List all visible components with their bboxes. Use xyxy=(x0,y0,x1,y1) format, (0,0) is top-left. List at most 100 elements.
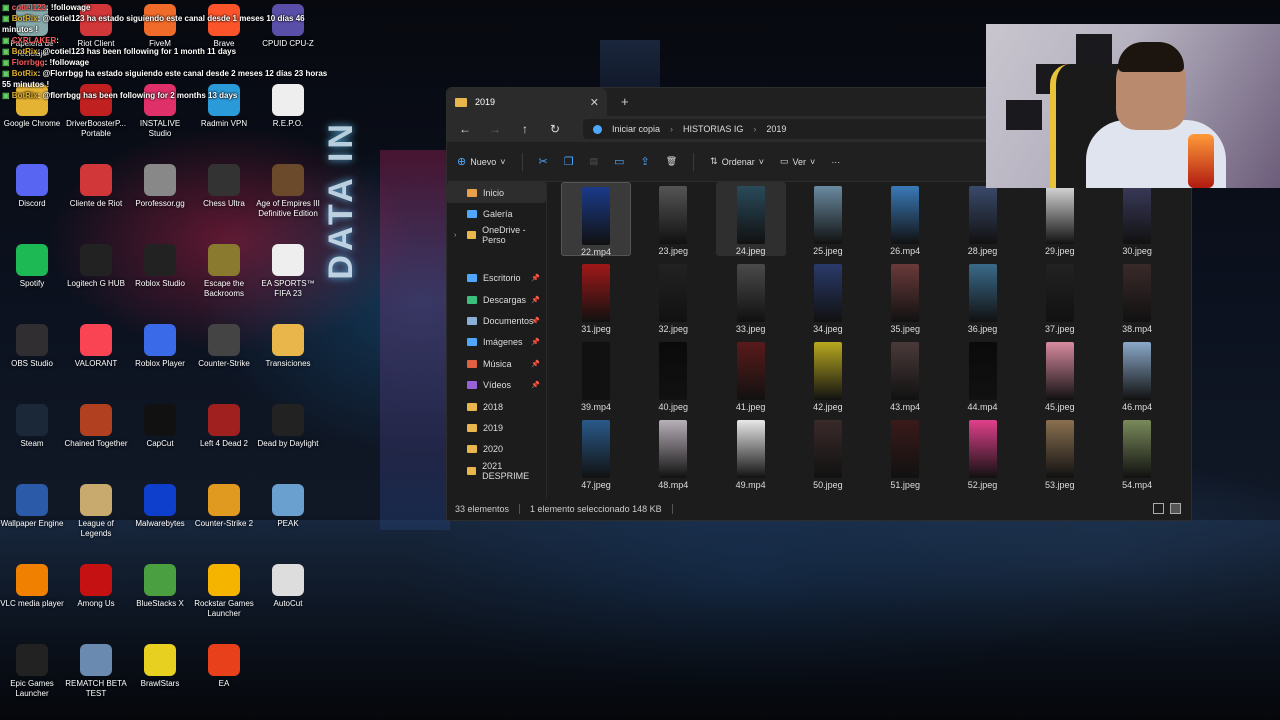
desktop-shortcut[interactable]: Dead by Daylight xyxy=(256,404,320,449)
file-item[interactable]: 52.jpeg xyxy=(948,416,1018,490)
desktop-shortcut[interactable]: Rockstar Games Launcher xyxy=(192,564,256,619)
file-item[interactable]: 26.mp4 xyxy=(870,182,940,256)
desktop-shortcut[interactable]: Wallpaper Engine xyxy=(0,484,64,529)
cut-button[interactable]: ✂ xyxy=(539,155,548,168)
file-item[interactable]: 36.jpeg xyxy=(948,260,1018,334)
desktop-shortcut[interactable]: AutoCut xyxy=(256,564,320,609)
desktop-shortcut[interactable]: Transiciones xyxy=(256,324,320,369)
desktop-shortcut[interactable]: Among Us xyxy=(64,564,128,609)
desktop-shortcut[interactable]: Escape the Backrooms xyxy=(192,244,256,299)
paste-button[interactable]: ▤ xyxy=(590,156,599,167)
desktop-shortcut[interactable]: EA xyxy=(192,644,256,689)
sidebar-item[interactable]: Galería xyxy=(447,203,546,224)
pin-icon[interactable]: 📌 xyxy=(531,381,540,389)
sidebar-item[interactable]: Inicio xyxy=(447,182,546,204)
delete-button[interactable]: 🗑 xyxy=(666,156,677,167)
file-item[interactable]: 44.mp4 xyxy=(948,338,1018,412)
refresh-icon[interactable]: ↻ xyxy=(547,122,563,136)
sidebar-item[interactable]: › OneDrive - Perso xyxy=(447,225,546,246)
file-item[interactable]: 38.mp4 xyxy=(1102,260,1172,334)
sidebar-item[interactable]: 2019 xyxy=(447,417,546,438)
file-item[interactable]: 34.jpeg xyxy=(793,260,863,334)
tab-2019[interactable]: 2019 ✕ xyxy=(447,88,607,116)
desktop-shortcut[interactable]: Logitech G HUB xyxy=(64,244,128,289)
file-item[interactable]: 42.jpeg xyxy=(793,338,863,412)
desktop-shortcut[interactable]: Cliente de Riot xyxy=(64,164,128,209)
file-item[interactable]: 40.jpeg xyxy=(638,338,708,412)
view-button[interactable]: ▭ Ver ˅ xyxy=(780,156,815,167)
sidebar-item[interactable]: Descargas 📌 xyxy=(447,289,546,310)
pin-icon[interactable]: 📌 xyxy=(531,296,540,304)
file-item[interactable]: 25.jpeg xyxy=(793,182,863,256)
desktop-shortcut[interactable]: EA SPORTS™ FIFA 23 xyxy=(256,244,320,299)
desktop-shortcut[interactable]: Counter-Strike 2 xyxy=(192,484,256,529)
file-item[interactable]: 46.mp4 xyxy=(1102,338,1172,412)
desktop-shortcut[interactable]: Age of Empires III Definitive Edition xyxy=(256,164,320,219)
desktop-shortcut[interactable]: VLC media player xyxy=(0,564,64,609)
sidebar-item[interactable]: 2021 DESPRIME xyxy=(447,460,546,481)
desktop-shortcut[interactable]: League of Legends xyxy=(64,484,128,539)
file-item[interactable]: 28.jpeg xyxy=(948,182,1018,256)
desktop-shortcut[interactable]: Spotify xyxy=(0,244,64,289)
file-item[interactable]: 50.jpeg xyxy=(793,416,863,490)
sidebar-item[interactable]: Vídeos 📌 xyxy=(447,375,546,396)
file-item[interactable]: 48.mp4 xyxy=(638,416,708,490)
desktop-shortcut[interactable]: BrawlStars xyxy=(128,644,192,689)
file-item[interactable]: 23.jpeg xyxy=(638,182,708,256)
breadcrumb-item[interactable]: Iniciar copia xyxy=(612,124,660,134)
file-item[interactable]: 54.mp4 xyxy=(1102,416,1172,490)
desktop-shortcut[interactable]: Left 4 Dead 2 xyxy=(192,404,256,449)
pin-icon[interactable]: 📌 xyxy=(531,338,540,346)
desktop-shortcut[interactable]: OBS Studio xyxy=(0,324,64,369)
file-item[interactable]: 31.jpeg xyxy=(561,260,631,334)
rename-button[interactable]: ▭ xyxy=(614,155,624,168)
file-item[interactable]: 41.jpeg xyxy=(716,338,786,412)
desktop-shortcut[interactable]: BlueStacks X xyxy=(128,564,192,609)
file-item[interactable]: 22.mp4 xyxy=(561,182,631,257)
breadcrumb-item[interactable]: HISTORIAS IG xyxy=(683,124,743,134)
sidebar-item[interactable]: Música 📌 xyxy=(447,353,546,374)
file-item[interactable]: 43.mp4 xyxy=(870,338,940,412)
desktop-shortcut[interactable]: Chess Ultra xyxy=(192,164,256,209)
tiles-view-icon[interactable] xyxy=(1170,503,1181,514)
file-item[interactable]: 35.jpeg xyxy=(870,260,940,334)
desktop-shortcut[interactable]: Discord xyxy=(0,164,64,209)
file-item[interactable]: 33.jpeg xyxy=(716,260,786,334)
sort-button[interactable]: ⇅ Ordenar ˅ xyxy=(710,156,764,167)
chevron-right-icon[interactable]: › xyxy=(454,232,456,239)
file-item[interactable]: 29.jpeg xyxy=(1025,182,1095,256)
up-icon[interactable]: ↑ xyxy=(517,122,533,136)
desktop-shortcut[interactable]: Epic Games Launcher xyxy=(0,644,64,699)
details-view-icon[interactable] xyxy=(1153,503,1164,514)
desktop-shortcut[interactable]: Steam xyxy=(0,404,64,449)
desktop-shortcut[interactable]: Roblox Player xyxy=(128,324,192,369)
desktop-shortcut[interactable]: REMATCH BETA TEST xyxy=(64,644,128,699)
new-tab-icon[interactable]: + xyxy=(621,94,629,109)
file-item[interactable]: 30.jpeg xyxy=(1102,182,1172,256)
more-options-button[interactable]: ··· xyxy=(831,157,840,167)
desktop-shortcut[interactable]: Counter-Strike xyxy=(192,324,256,369)
desktop-shortcut[interactable]: Malwarebytes xyxy=(128,484,192,529)
file-item[interactable]: 51.jpeg xyxy=(870,416,940,490)
desktop-shortcut[interactable]: Roblox Studio xyxy=(128,244,192,289)
desktop-shortcut[interactable]: PEAK xyxy=(256,484,320,529)
close-icon[interactable]: ✕ xyxy=(590,96,599,109)
file-item[interactable]: 24.jpeg xyxy=(715,182,786,256)
breadcrumb-item[interactable]: 2019 xyxy=(766,124,786,134)
file-item[interactable]: 39.mp4 xyxy=(561,338,631,412)
pin-icon[interactable]: 📌 xyxy=(531,274,540,282)
file-item[interactable]: 45.jpeg xyxy=(1025,338,1095,412)
forward-icon[interactable]: → xyxy=(487,122,503,136)
pin-icon[interactable]: 📌 xyxy=(531,317,540,325)
desktop-shortcut[interactable]: CapCut xyxy=(128,404,192,449)
file-item[interactable]: 49.mp4 xyxy=(716,416,786,490)
file-item[interactable]: 47.jpeg xyxy=(561,416,631,490)
pin-icon[interactable]: 📌 xyxy=(531,360,540,368)
sidebar-item[interactable]: 2018 xyxy=(447,396,546,417)
file-item[interactable]: 37.jpeg xyxy=(1025,260,1095,334)
sidebar-item[interactable]: Imágenes 📌 xyxy=(447,332,546,353)
copy-button[interactable]: ❐ xyxy=(564,155,574,168)
new-button[interactable]: ⊕ Nuevo ˅ xyxy=(457,155,506,168)
file-item[interactable]: 53.jpeg xyxy=(1025,416,1095,490)
sidebar-item[interactable]: Documentos 📌 xyxy=(447,310,546,331)
